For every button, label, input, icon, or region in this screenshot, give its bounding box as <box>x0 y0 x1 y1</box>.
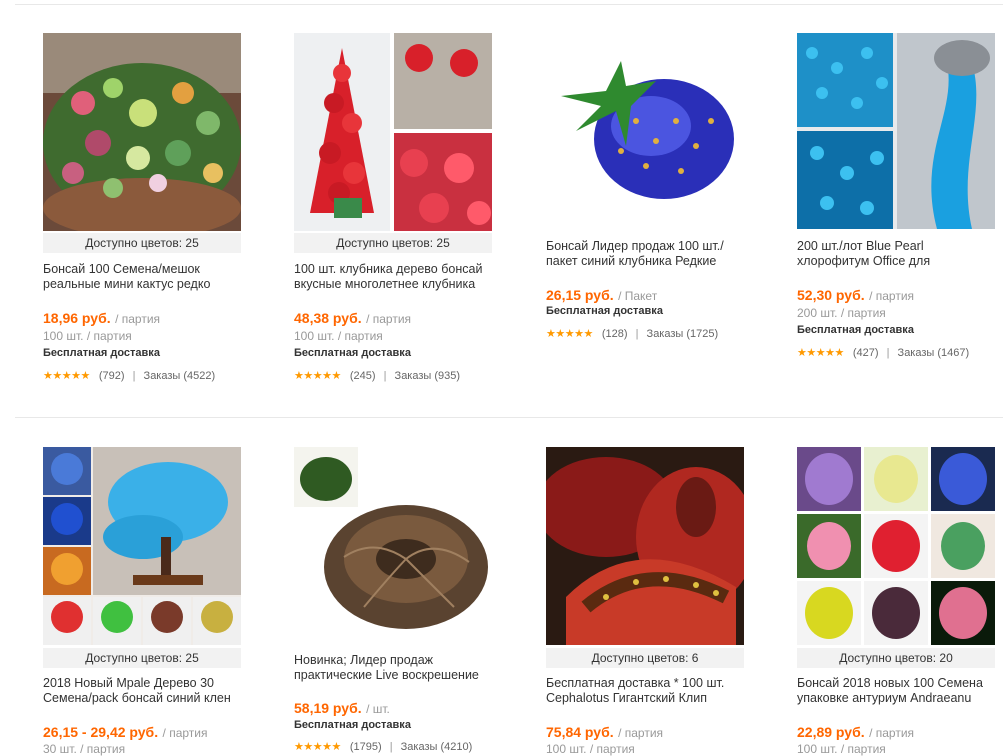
product-price: 22,89 руб. <box>797 724 865 740</box>
price-line: 26,15 руб. / Пакет <box>546 287 657 305</box>
meta-divider: | <box>635 328 639 340</box>
rating-stars-icon: ★★★★★ <box>797 347 844 359</box>
rating-stars-icon: ★★★★★ <box>43 370 90 382</box>
available-colors-label: Доступно цветов: 25 <box>43 648 241 668</box>
product-title[interactable]: Новинка; Лидер продаж практические Live … <box>294 653 494 683</box>
product-image-strawberry-tree[interactable] <box>294 33 492 231</box>
product-title[interactable]: 100 шт. клубника дерево бонсай вкусные м… <box>294 262 494 292</box>
available-colors-label: Доступно цветов: 20 <box>797 648 995 668</box>
rating-row: ★★★★★ (1795) | Заказы (4210) <box>294 740 472 753</box>
price-unit: / партия <box>869 289 915 303</box>
product-title[interactable]: Бонсай 100 Семена/мешок реальные мини ка… <box>43 262 243 292</box>
rating-stars-icon: ★★★★★ <box>294 741 341 753</box>
row-divider-middle <box>15 417 1003 418</box>
price-line: 75,84 руб. / партия <box>546 724 663 742</box>
product-title[interactable]: Бесплатная доставка * 100 шт. Cephalotus… <box>546 676 746 706</box>
rating-row: ★★★★★ (128) | Заказы (1725) <box>546 327 718 340</box>
free-shipping-label: Бесплатная доставка <box>546 305 663 317</box>
lot-size: 100 шт. / партия <box>294 329 383 343</box>
available-colors-label: Доступно цветов: 25 <box>294 233 492 253</box>
product-price: 26,15 руб. <box>546 287 614 303</box>
product-image-maple-bonsai[interactable] <box>43 447 241 645</box>
reviews-link[interactable]: (792) <box>99 370 125 382</box>
price-unit: / партия <box>618 726 664 740</box>
product-image-anthurium-grid[interactable] <box>797 447 995 645</box>
product-image-succulent-bowl[interactable] <box>43 33 241 231</box>
orders-link[interactable]: Заказы (4210) <box>401 741 473 753</box>
meta-divider: | <box>886 347 890 359</box>
lot-size: 200 шт. / партия <box>797 306 886 320</box>
free-shipping-label: Бесплатная доставка <box>294 347 411 359</box>
product-price: 26,15 - 29,42 руб. <box>43 724 159 740</box>
meta-divider: | <box>389 741 393 753</box>
available-colors-label: Доступно цветов: 25 <box>43 233 241 253</box>
price-unit: / партия <box>162 726 208 740</box>
reviews-link[interactable]: (427) <box>853 347 879 359</box>
meta-divider: | <box>383 370 387 382</box>
price-unit: / Пакет <box>618 289 658 303</box>
available-colors-label: Доступно цветов: 6 <box>546 648 744 668</box>
rating-row: ★★★★★ (792) | Заказы (4522) <box>43 369 215 382</box>
product-price: 52,30 руб. <box>797 287 865 303</box>
price-unit: / партия <box>869 726 915 740</box>
lot-size: 100 шт. / партия <box>43 329 132 343</box>
orders-link[interactable]: Заказы (1467) <box>898 347 970 359</box>
rating-row: ★★★★★ (245) | Заказы (935) <box>294 369 460 382</box>
price-unit: / шт. <box>366 702 390 716</box>
reviews-link[interactable]: (1795) <box>350 741 382 753</box>
price-line: 22,89 руб. / партия <box>797 724 914 742</box>
product-title[interactable]: Бонсай 2018 новых 100 Семена упаковке ан… <box>797 676 997 706</box>
rating-row: ★★★★★ (427) | Заказы (1467) <box>797 346 969 359</box>
price-line: 48,38 руб. / партия <box>294 310 411 328</box>
product-image-blue-pearl[interactable] <box>797 33 995 229</box>
product-image-blue-strawberry[interactable] <box>546 51 744 211</box>
row-divider-top <box>15 4 1003 5</box>
orders-link[interactable]: Заказы (1725) <box>647 328 719 340</box>
price-line: 26,15 - 29,42 руб. / партия <box>43 724 208 742</box>
meta-divider: | <box>132 370 136 382</box>
price-line: 58,19 руб. / шт. <box>294 700 390 718</box>
product-price: 58,19 руб. <box>294 700 362 716</box>
product-image-venus-flytrap[interactable] <box>546 447 744 645</box>
product-price: 75,84 руб. <box>546 724 614 740</box>
product-price: 18,96 руб. <box>43 310 111 326</box>
free-shipping-label: Бесплатная доставка <box>294 719 411 731</box>
product-image-resurrection-plant[interactable] <box>294 447 492 643</box>
rating-stars-icon: ★★★★★ <box>294 370 341 382</box>
rating-stars-icon: ★★★★★ <box>546 328 593 340</box>
price-unit: / партия <box>115 312 161 326</box>
price-line: 18,96 руб. / партия <box>43 310 160 328</box>
reviews-link[interactable]: (128) <box>602 328 628 340</box>
product-price: 48,38 руб. <box>294 310 362 326</box>
price-unit: / партия <box>366 312 412 326</box>
free-shipping-label: Бесплатная доставка <box>43 347 160 359</box>
product-title[interactable]: 200 шт./лот Blue Pearl хлорофитум Office… <box>797 239 997 269</box>
reviews-link[interactable]: (245) <box>350 370 376 382</box>
free-shipping-label: Бесплатная доставка <box>797 324 914 336</box>
product-title[interactable]: 2018 Новый Mpale Дерево 30 Семена/pack б… <box>43 676 243 706</box>
orders-link[interactable]: Заказы (4522) <box>144 370 216 382</box>
orders-link[interactable]: Заказы (935) <box>395 370 461 382</box>
product-title[interactable]: Бонсай Лидер продаж 100 шт./ пакет синий… <box>546 239 746 269</box>
price-line: 52,30 руб. / партия <box>797 287 914 305</box>
